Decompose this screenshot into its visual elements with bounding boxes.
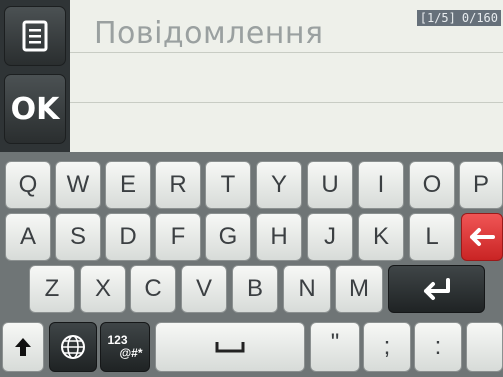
key-d[interactable]: D	[105, 213, 151, 261]
key-k[interactable]: K	[358, 213, 404, 261]
space-bar-icon	[215, 342, 245, 353]
backspace-arrow-icon	[470, 228, 495, 246]
colon-key[interactable]: :	[414, 322, 462, 372]
key-b[interactable]: B	[232, 265, 278, 313]
key-u[interactable]: U	[307, 161, 353, 209]
language-key[interactable]	[49, 322, 97, 372]
symbols-label: 123 @#*	[107, 334, 142, 360]
key-t[interactable]: T	[205, 161, 251, 209]
key-w[interactable]: W	[55, 161, 101, 209]
symbols-key[interactable]: 123 @#*	[100, 322, 150, 372]
menu-button[interactable]	[4, 6, 66, 66]
key-h[interactable]: H	[256, 213, 302, 261]
enter-key[interactable]	[388, 265, 485, 313]
keyboard: Q W E R T Y U I O P A S D F G H J K L Z …	[0, 152, 503, 377]
shift-arrow-icon	[15, 338, 31, 356]
key-v[interactable]: V	[181, 265, 227, 313]
extra-key[interactable]	[466, 322, 503, 372]
key-n[interactable]: N	[283, 265, 331, 313]
key-m[interactable]: M	[335, 265, 383, 313]
enter-arrow-icon	[423, 278, 450, 300]
message-placeholder: Повідомлення	[94, 16, 324, 51]
symbols-bottom-label: @#*	[119, 346, 143, 360]
key-p[interactable]: P	[459, 161, 503, 209]
shift-key[interactable]	[2, 322, 44, 372]
key-s[interactable]: S	[55, 213, 101, 261]
key-i[interactable]: I	[358, 161, 404, 209]
list-menu-icon	[22, 20, 48, 52]
key-g[interactable]: G	[205, 213, 251, 261]
page-counter: [1/5]	[419, 11, 456, 25]
key-x[interactable]: X	[80, 265, 126, 313]
char-counter: 0/160	[461, 11, 498, 25]
key-z[interactable]: Z	[29, 265, 75, 313]
divider	[70, 52, 503, 53]
space-key[interactable]	[155, 322, 305, 372]
key-c[interactable]: C	[130, 265, 176, 313]
key-l[interactable]: L	[409, 213, 455, 261]
key-f[interactable]: F	[155, 213, 201, 261]
key-a[interactable]: A	[5, 213, 51, 261]
message-input[interactable]: Повідомлення [1/5] 0/160	[70, 0, 503, 152]
quote-key[interactable]: "	[310, 322, 360, 372]
key-r[interactable]: R	[155, 161, 201, 209]
message-counter: [1/5] 0/160	[416, 10, 501, 26]
semicolon-key[interactable]: ;	[363, 322, 411, 372]
divider	[70, 102, 503, 103]
key-e[interactable]: E	[105, 161, 151, 209]
backspace-key[interactable]	[461, 213, 503, 261]
globe-icon	[61, 335, 85, 359]
side-panel: OK	[0, 0, 70, 152]
key-y[interactable]: Y	[256, 161, 302, 209]
ok-button[interactable]: OK	[4, 74, 66, 144]
key-j[interactable]: J	[307, 213, 353, 261]
key-q[interactable]: Q	[5, 161, 51, 209]
key-o[interactable]: O	[409, 161, 455, 209]
